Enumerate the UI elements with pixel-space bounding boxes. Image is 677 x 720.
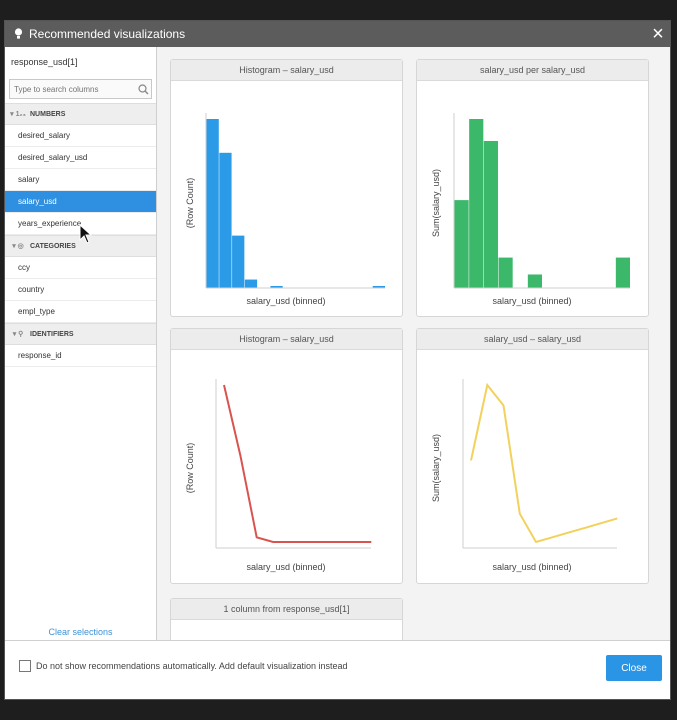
histogram-bar: [615, 257, 630, 288]
categories-icon: ▾ ◎: [12, 243, 24, 250]
card-title: Histogram – salary_usd: [171, 329, 402, 350]
close-icon[interactable]: ×: [646, 22, 670, 46]
search-icon[interactable]: [135, 83, 151, 95]
card-title: 1 column from response_usd[1]: [171, 599, 402, 620]
histogram-bar: [244, 279, 258, 288]
histogram-bar: [469, 119, 484, 288]
viz-card-histogram[interactable]: Histogram – salary_usd salary_usd (binne…: [170, 59, 403, 317]
numbers-icon: ▾ 1₂₃: [10, 111, 26, 118]
lightbulb-icon: [11, 27, 25, 41]
dataset-name: response_usd[1]: [11, 57, 78, 67]
close-button[interactable]: Close: [606, 655, 662, 681]
group-numbers[interactable]: ▾ 1₂₃ NUMBERS: [5, 103, 156, 125]
checkbox-label: Do not show recommendations automaticall…: [36, 661, 348, 671]
column-item-years-experience[interactable]: years_experience: [5, 213, 156, 235]
x-axis-label: salary_usd (binned): [492, 296, 571, 306]
y-axis-label: (Row Count): [185, 178, 195, 229]
auto-recommend-checkbox[interactable]: [19, 660, 31, 672]
histogram-bar: [454, 200, 469, 288]
viz-card-salary-line[interactable]: salary_usd – salary_usd salary_usd (binn…: [416, 328, 649, 584]
x-axis-label: salary_usd (binned): [246, 296, 325, 306]
y-axis-label: Sum(salary_usd): [431, 169, 441, 237]
group-label: IDENTIFIERS: [30, 330, 74, 338]
column-item-salary[interactable]: salary: [5, 169, 156, 191]
group-categories[interactable]: ▾ ◎ CATEGORIES: [5, 235, 156, 257]
column-sidebar: response_usd[1] ▾ 1₂₃ NUMBERS desired_sa…: [5, 47, 157, 641]
histogram-bar: [232, 235, 245, 288]
clear-selections-link[interactable]: Clear selections: [5, 627, 156, 637]
viz-card-salary-per-salary[interactable]: salary_usd per salary_usd salary_usd (bi…: [416, 59, 649, 317]
histogram-line-chart: salary_usd (binned) (Row Count): [185, 379, 372, 572]
histogram-bar-chart: salary_usd (binned) (Row Count): [185, 113, 385, 306]
card-title: salary_usd per salary_usd: [417, 60, 648, 81]
series-line: [223, 384, 372, 543]
auto-recommend-option[interactable]: Do not show recommendations automaticall…: [19, 660, 348, 672]
y-axis-label: (Row Count): [185, 443, 195, 494]
dialog-footer: Do not show recommendations automaticall…: [5, 640, 670, 699]
histogram-bar: [483, 140, 498, 288]
histogram-bar: [498, 257, 513, 288]
column-item-empl-type[interactable]: empl_type: [5, 301, 156, 323]
sum-bar-chart: salary_usd (binned) Sum(salary_usd): [431, 113, 630, 306]
recommended-visualizations-dialog: Recommended visualizations × response_us…: [4, 20, 671, 700]
histogram-bar: [219, 152, 232, 288]
group-identifiers[interactable]: ▾ ⚲ IDENTIFIERS: [5, 323, 156, 345]
x-axis-label: salary_usd (binned): [492, 562, 571, 572]
y-axis-label: Sum(salary_usd): [431, 434, 441, 502]
dialog-title: Recommended visualizations: [29, 27, 186, 41]
column-item-salary-usd[interactable]: salary_usd: [5, 191, 156, 213]
viz-card-columns[interactable]: 1 column from response_usd[1]: [170, 598, 403, 641]
column-search[interactable]: [9, 79, 152, 99]
column-item-ccy[interactable]: ccy: [5, 257, 156, 279]
column-item-country[interactable]: country: [5, 279, 156, 301]
viz-card-histogram-line[interactable]: Histogram – salary_usd salary_usd (binne…: [170, 328, 403, 584]
dialog-titlebar: Recommended visualizations ×: [5, 21, 670, 47]
series-line: [470, 382, 618, 544]
card-title: salary_usd – salary_usd: [417, 329, 648, 350]
x-axis-label: salary_usd (binned): [246, 562, 325, 572]
group-label: NUMBERS: [30, 110, 66, 118]
card-title: Histogram – salary_usd: [171, 60, 402, 81]
column-item-desired-salary[interactable]: desired_salary: [5, 125, 156, 147]
histogram-bar: [206, 119, 219, 288]
recommendations-area: Histogram – salary_usd salary_usd (binne…: [157, 47, 670, 641]
column-item-response-id[interactable]: response_id: [5, 345, 156, 367]
group-label: CATEGORIES: [30, 242, 76, 250]
identifiers-icon: ▾ ⚲: [12, 331, 24, 338]
histogram-bar: [527, 274, 542, 288]
column-item-desired-salary-usd[interactable]: desired_salary_usd: [5, 147, 156, 169]
sum-line-chart: salary_usd (binned) Sum(salary_usd): [431, 379, 618, 572]
search-input[interactable]: [10, 83, 135, 95]
